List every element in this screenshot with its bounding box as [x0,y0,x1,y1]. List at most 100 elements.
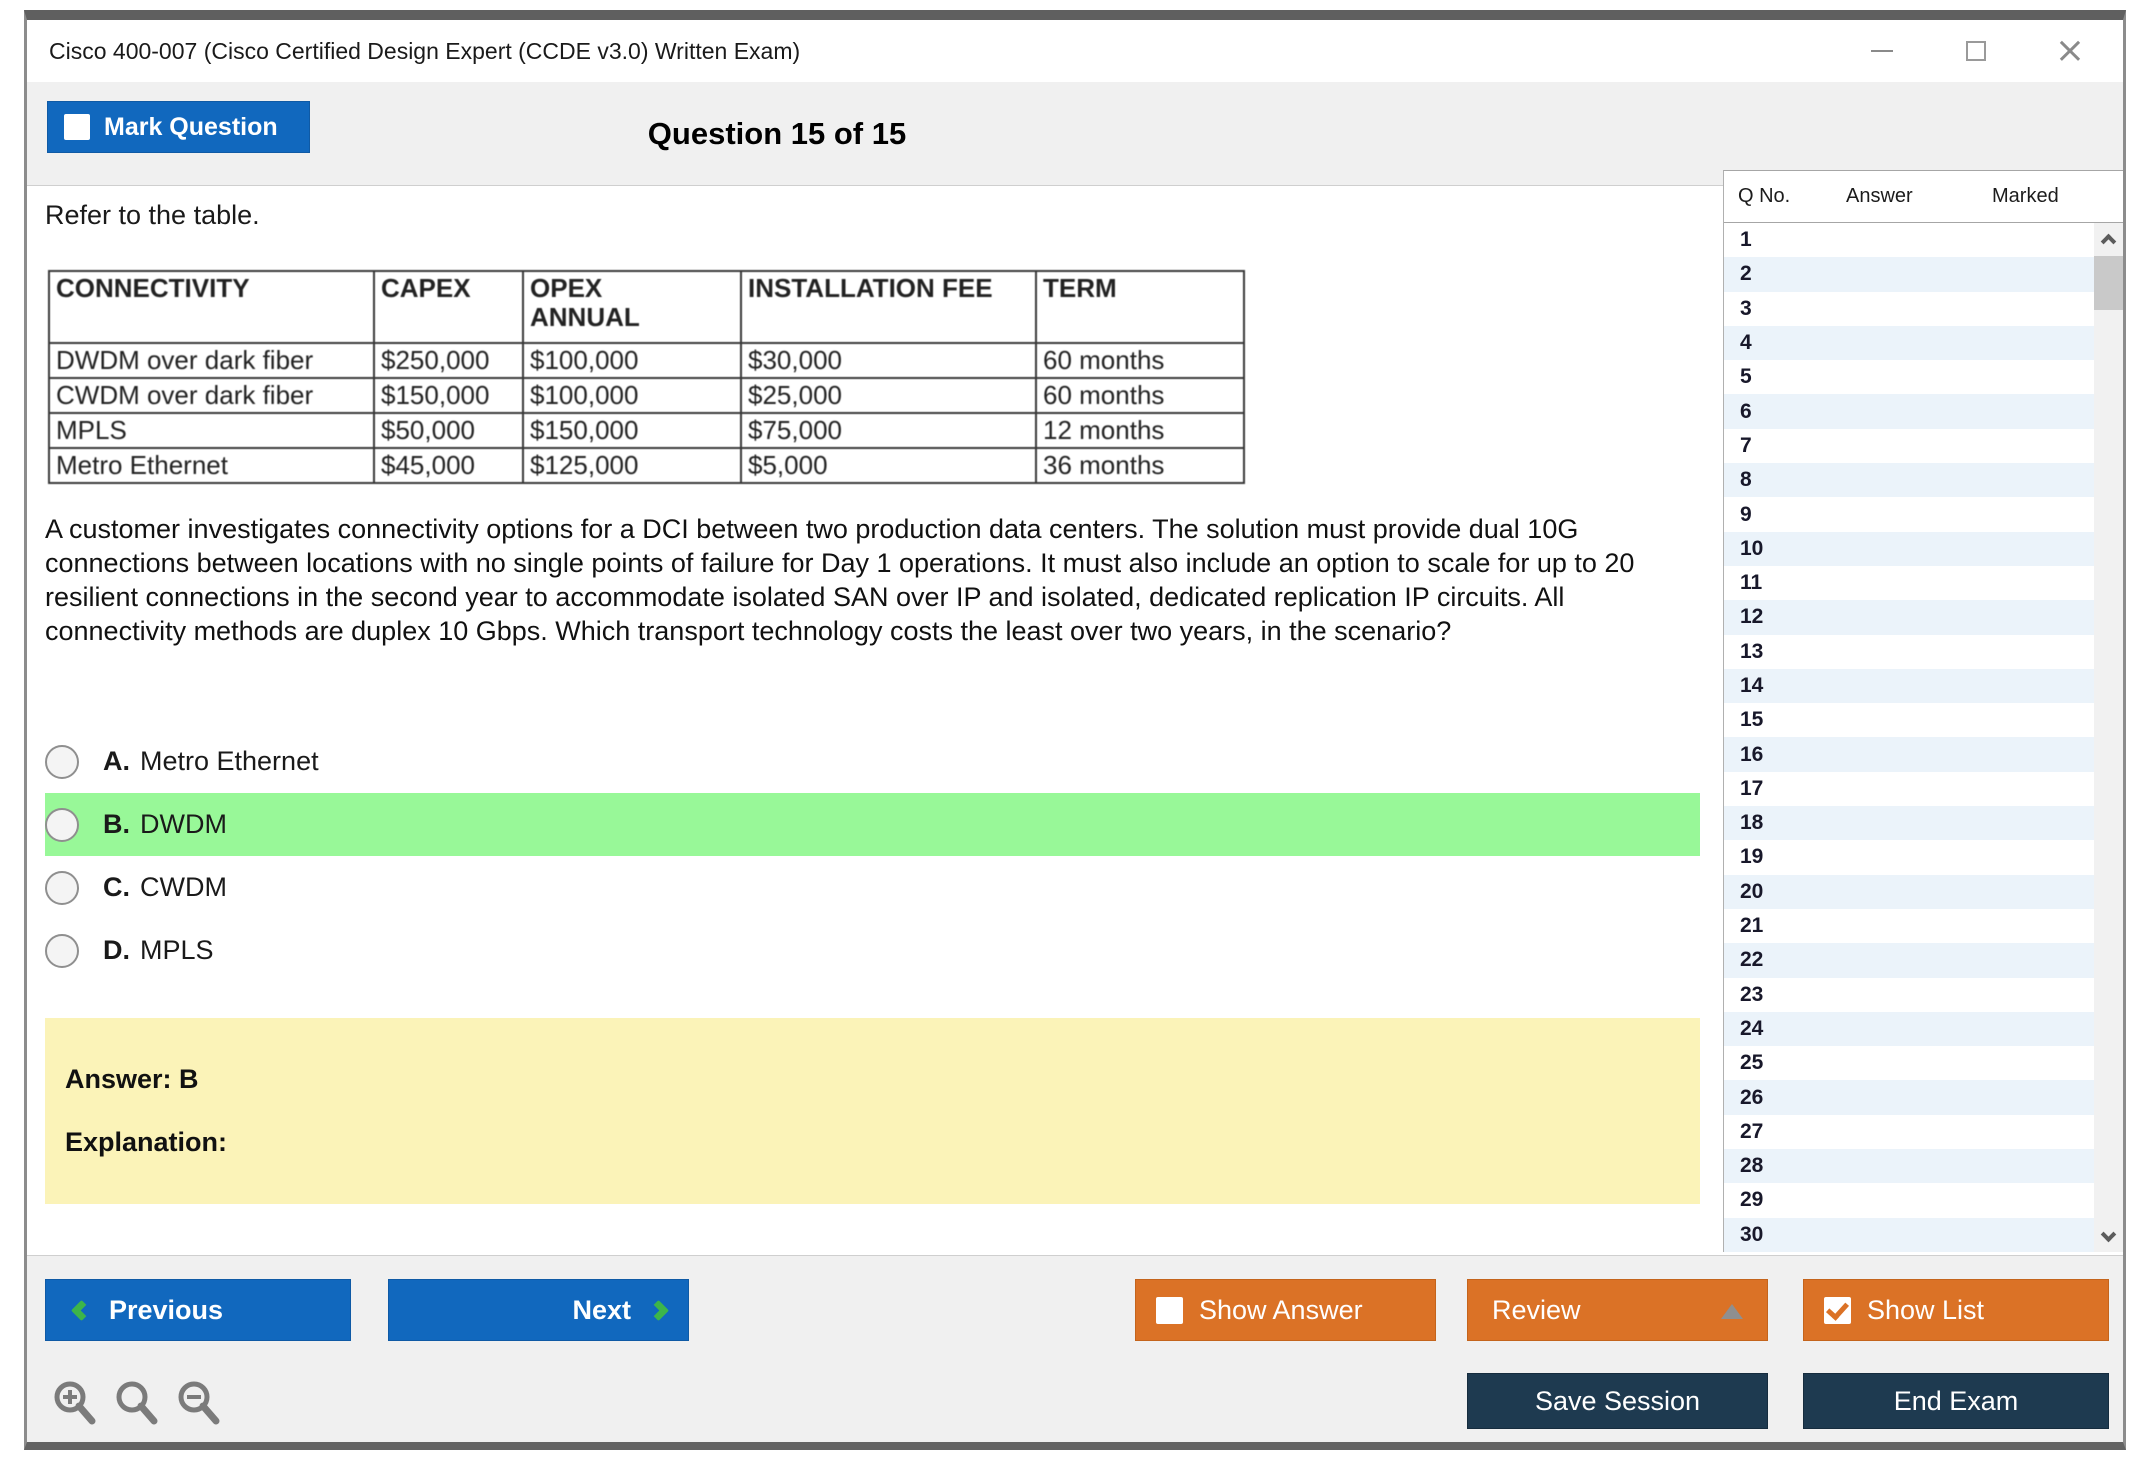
option-text: DWDM [140,809,227,840]
question-list-item[interactable]: 6 [1724,394,2095,428]
table-cell-connectivity: CWDM over dark fiber [49,378,374,413]
question-number: 16 [1740,743,1763,767]
minimize-button[interactable] [1867,36,1897,66]
question-list-item[interactable]: 21 [1724,909,2095,943]
close-button[interactable]: × [2055,36,2085,66]
table-cell-opex: $100,000 [523,378,741,413]
question-number: 14 [1740,674,1763,698]
previous-button[interactable]: Previous [45,1279,351,1341]
question-number: 30 [1740,1223,1763,1247]
question-list-item[interactable]: 15 [1724,703,2095,737]
question-list-item[interactable]: 25 [1724,1046,2095,1080]
sidebar-scrollbar[interactable] [2094,223,2123,1252]
radio-button-icon[interactable] [45,871,79,905]
options-list: A. Metro Ethernet B. DWDM C. CWDM [45,730,1700,982]
question-list: 1 2 3 4 5 [1724,223,2095,1252]
column-header-answer: Answer [1846,185,1913,208]
magnifier-icon[interactable] [113,1378,163,1430]
option-text: MPLS [140,935,214,966]
zoom-out-icon[interactable] [175,1378,225,1430]
scroll-down-button[interactable] [2094,1222,2123,1252]
answer-option-row[interactable]: B. DWDM [45,793,1700,856]
question-number: 17 [1740,777,1763,801]
question-number: 28 [1740,1154,1763,1178]
table-cell-term: 36 months [1036,448,1244,483]
question-list-item[interactable]: 13 [1724,635,2095,669]
radio-button-icon[interactable] [45,808,79,842]
question-list-item[interactable]: 3 [1724,292,2095,326]
answer-option-row[interactable]: A. Metro Ethernet [45,730,1700,793]
question-number: 22 [1740,948,1763,972]
bottom-toolbar: Previous Next Show Answer Review Show Li… [27,1255,2123,1442]
table-header-cell: TERM [1036,271,1244,343]
triangle-up-icon [1721,1304,1743,1319]
question-list-item[interactable]: 19 [1724,840,2095,874]
question-list-item[interactable]: 27 [1724,1115,2095,1149]
radio-button-icon[interactable] [45,745,79,779]
table-cell-capex: $250,000 [374,343,523,378]
next-button[interactable]: Next [388,1279,689,1341]
radio-button-icon[interactable] [45,934,79,968]
question-list-item[interactable]: 7 [1724,429,2095,463]
scroll-up-button[interactable] [2094,223,2123,253]
question-list-item[interactable]: 14 [1724,669,2095,703]
maximize-icon [1966,41,1986,61]
question-number: 25 [1740,1051,1763,1075]
next-label: Next [572,1295,631,1326]
answer-explanation-box: Answer: B Explanation: [45,1018,1700,1204]
question-number: 27 [1740,1120,1763,1144]
table-cell-connectivity: DWDM over dark fiber [49,343,374,378]
question-list-item[interactable]: 28 [1724,1149,2095,1183]
question-list-item[interactable]: 12 [1724,600,2095,634]
table-row: CWDM over dark fiber $150,000 $100,000 $… [49,378,1244,413]
question-list-item[interactable]: 20 [1724,875,2095,909]
show-list-button[interactable]: Show List [1803,1279,2109,1341]
question-list-item[interactable]: 17 [1724,772,2095,806]
answer-option-row[interactable]: C. CWDM [45,856,1700,919]
question-list-item[interactable]: 18 [1724,806,2095,840]
window-title: Cisco 400-007 (Cisco Certified Design Ex… [49,38,800,65]
end-exam-button[interactable]: End Exam [1803,1373,2109,1429]
question-list-item[interactable]: 16 [1724,737,2095,771]
question-list-item[interactable]: 22 [1724,943,2095,977]
question-list-item[interactable]: 8 [1724,463,2095,497]
question-list-item[interactable]: 4 [1724,326,2095,360]
table-header-cell: INSTALLATION FEE [741,271,1036,343]
answer-option-row[interactable]: D. MPLS [45,919,1700,982]
show-answer-checkbox[interactable] [1156,1297,1183,1324]
cost-table: CONNECTIVITY CAPEX OPEX ANNUAL INSTALLAT… [48,270,1245,484]
save-session-button[interactable]: Save Session [1467,1373,1768,1429]
question-list-item[interactable]: 10 [1724,532,2095,566]
question-list-item[interactable]: 5 [1724,360,2095,394]
zoom-in-icon[interactable] [51,1378,101,1430]
question-list-item[interactable]: 26 [1724,1080,2095,1114]
option-letter: B. [103,809,130,840]
question-list-item[interactable]: 2 [1724,257,2095,291]
scrollbar-thumb[interactable] [2094,256,2123,310]
question-number: 7 [1740,434,1752,458]
chevron-down-icon [2101,1226,2117,1242]
table-cell-opex: $125,000 [523,448,741,483]
table-cell-capex: $150,000 [374,378,523,413]
table-cell-capex: $45,000 [374,448,523,483]
question-number: 6 [1740,400,1752,424]
question-list-item[interactable]: 1 [1724,223,2095,257]
review-button[interactable]: Review [1467,1279,1768,1341]
chevron-right-icon [648,1299,669,1320]
show-answer-button[interactable]: Show Answer [1135,1279,1436,1341]
question-list-item[interactable]: 11 [1724,566,2095,600]
question-list-item[interactable]: 30 [1724,1218,2095,1252]
question-list-item[interactable]: 23 [1724,978,2095,1012]
question-number: 4 [1740,331,1752,355]
question-number: 3 [1740,297,1752,321]
question-number: 29 [1740,1188,1763,1212]
maximize-button[interactable] [1961,36,1991,66]
show-list-checkbox[interactable] [1824,1297,1851,1324]
question-list-item[interactable]: 29 [1724,1183,2095,1217]
question-number: 9 [1740,503,1752,527]
question-list-item[interactable]: 24 [1724,1012,2095,1046]
close-icon: × [2055,33,2085,69]
question-list-item[interactable]: 9 [1724,497,2095,531]
zoom-controls [51,1378,225,1430]
table-cell-opex: $100,000 [523,343,741,378]
